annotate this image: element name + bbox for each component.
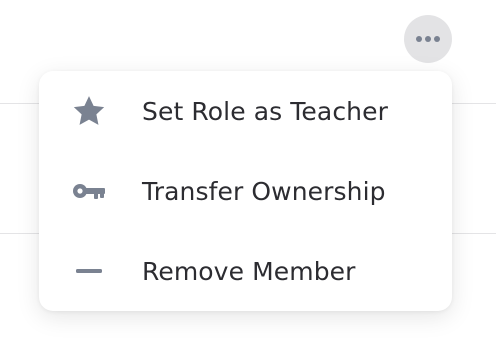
star-icon — [71, 93, 107, 129]
menu-item-transfer-ownership[interactable]: Transfer Ownership — [39, 151, 452, 231]
menu-item-remove-member[interactable]: Remove Member — [39, 231, 452, 311]
menu-item-label: Transfer Ownership — [142, 176, 386, 206]
more-options-button[interactable] — [404, 15, 452, 63]
minus-icon — [71, 253, 107, 289]
member-actions-menu: Set Role as Teacher Transfer Ownership R… — [39, 71, 452, 311]
key-icon — [71, 173, 107, 209]
menu-item-label: Remove Member — [142, 256, 356, 286]
more-horizontal-icon — [415, 35, 441, 43]
menu-item-label: Set Role as Teacher — [142, 96, 388, 126]
menu-item-set-role-teacher[interactable]: Set Role as Teacher — [39, 71, 452, 151]
